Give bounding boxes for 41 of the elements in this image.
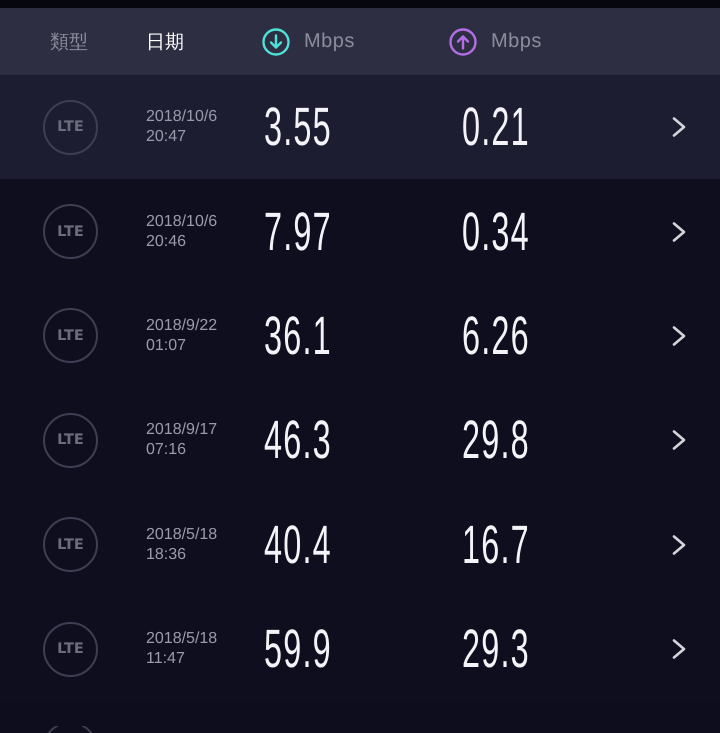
download-value: 7.97 xyxy=(264,202,332,262)
chevron-right-icon xyxy=(671,534,687,556)
time-text: 07:16 xyxy=(146,440,186,460)
download-value: 36.1 xyxy=(264,306,332,366)
date-text: 2018/10/6 xyxy=(146,107,218,128)
date-text: 2018/5/18 xyxy=(146,629,218,650)
chevron-right-icon xyxy=(671,429,687,452)
download-value: 46.3 xyxy=(264,410,332,470)
download-value: 3.55 xyxy=(264,97,332,158)
network-badge: LTE xyxy=(43,412,98,468)
download-value: 40.4 xyxy=(264,514,332,575)
chevron-right-icon xyxy=(671,324,687,347)
chevron-right-icon xyxy=(671,116,687,138)
time-text: 11:47 xyxy=(146,649,185,670)
network-badge: LTE xyxy=(43,517,98,572)
time-text: 01:07 xyxy=(146,336,186,356)
time-text: 20:47 xyxy=(146,127,186,148)
column-header[interactable]: Mbps xyxy=(491,30,542,53)
upload-value: 29.3 xyxy=(462,619,530,680)
network-badge: LTE xyxy=(43,622,98,677)
time-text: 18:36 xyxy=(146,544,186,565)
date-text: 2018/9/22 xyxy=(146,316,218,336)
upload-value: 16.7 xyxy=(462,514,530,575)
time-text: 20:46 xyxy=(146,232,186,252)
upload-value: 0.21 xyxy=(462,97,530,158)
date-text: 2018/10/6 xyxy=(146,212,218,232)
result-row[interactable]: LTE 2018/10/6 20:47 3.55 0.21 xyxy=(0,75,720,180)
chevron-right-icon xyxy=(671,638,687,660)
column-header[interactable]: 日期 xyxy=(146,28,184,54)
network-badge: LTE xyxy=(43,308,98,364)
date-text: 2018/9/17 xyxy=(146,420,218,440)
column-header[interactable]: 類型 xyxy=(50,28,88,54)
network-badge: LTE xyxy=(43,204,98,260)
upload-value: 29.8 xyxy=(462,410,530,470)
network-badge: LTE xyxy=(43,100,98,155)
download-value: 59.9 xyxy=(264,619,332,680)
column-header[interactable]: Mbps xyxy=(304,30,355,53)
upload-value: 0.34 xyxy=(462,202,530,262)
chevron-right-icon xyxy=(671,220,687,243)
upload-value: 6.26 xyxy=(462,306,530,366)
date-text: 2018/5/18 xyxy=(146,524,218,545)
